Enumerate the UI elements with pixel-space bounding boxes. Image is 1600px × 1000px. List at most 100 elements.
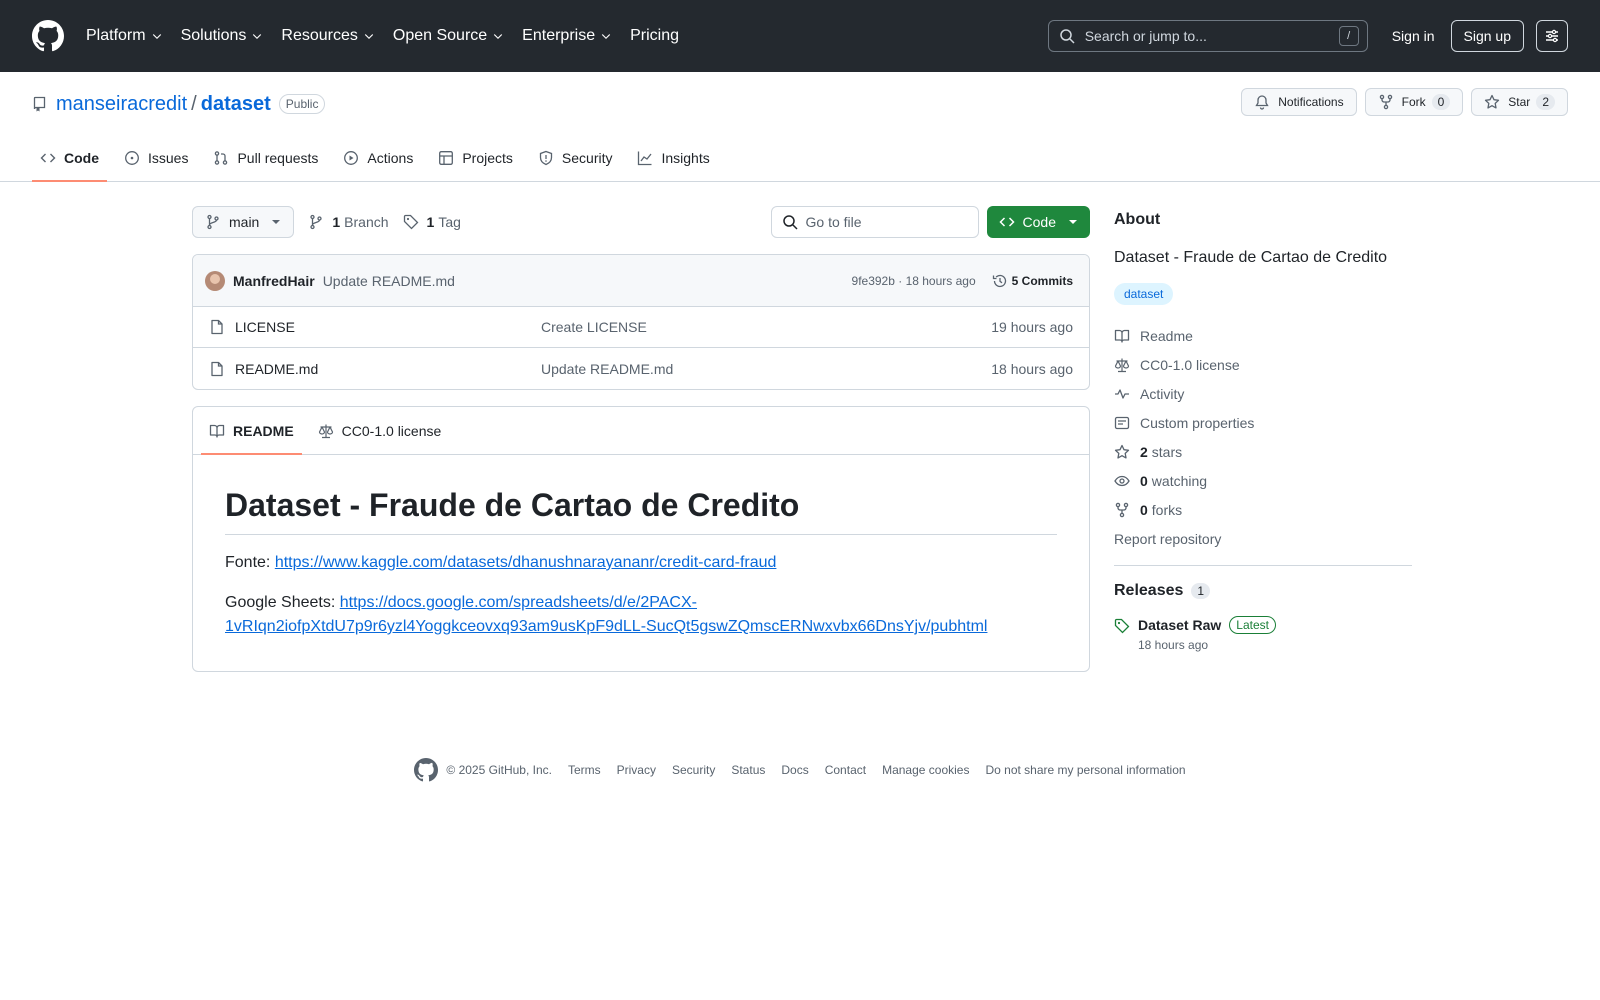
sign-up-button[interactable]: Sign up xyxy=(1450,20,1524,52)
about-description: Dataset - Fraude de Cartao de Credito xyxy=(1114,249,1388,266)
file-commit-message[interactable]: Create LICENSE xyxy=(541,319,991,335)
sidebar-activity-link[interactable]: Activity xyxy=(1114,379,1412,408)
search-shortcut-key: / xyxy=(1338,26,1359,46)
fork-label: Fork xyxy=(1401,95,1426,109)
repo-owner-link[interactable]: manseiracredit xyxy=(56,93,187,116)
file-commit-time: 19 hours ago xyxy=(991,319,1073,335)
tab-projects[interactable]: Projects xyxy=(430,134,521,182)
file-name: LICENSE xyxy=(235,319,295,335)
issue-icon xyxy=(125,151,139,165)
tab-projects-label: Projects xyxy=(462,150,513,166)
sidebar-watching-link[interactable]: 0 watching xyxy=(1114,466,1412,495)
code-dropdown-button[interactable]: Code xyxy=(986,206,1090,238)
search-placeholder: Search or jump to... xyxy=(1084,28,1207,44)
footer-link-privacy[interactable]: Privacy xyxy=(617,763,656,777)
commit-author-link[interactable]: ManfredHair xyxy=(233,273,315,289)
global-search-input[interactable]: Search or jump to... / xyxy=(1047,20,1368,52)
tab-actions[interactable]: Actions xyxy=(335,134,421,182)
commits-history-link[interactable]: 5 Commits xyxy=(992,273,1073,289)
tab-issues[interactable]: Issues xyxy=(116,134,196,182)
readme-content: Dataset - Fraude de Cartao de Credito Fo… xyxy=(193,455,1089,671)
sidebar-readme-link[interactable]: Readme xyxy=(1114,321,1412,350)
topic-tag[interactable]: dataset xyxy=(1114,283,1174,305)
tab-insights[interactable]: Insights xyxy=(629,134,717,182)
main-content: main 1 Branch 1 Tag Go to file Code Manf… xyxy=(0,182,1600,672)
tab-pull-requests[interactable]: Pull requests xyxy=(205,134,326,182)
nav-open-source[interactable]: Open Source xyxy=(393,27,504,45)
github-logo-icon[interactable] xyxy=(32,20,64,52)
forks-label: forks xyxy=(1151,501,1183,518)
search-icon xyxy=(782,215,798,230)
nav-open-source-label: Open Source xyxy=(392,27,488,44)
tab-license[interactable]: CC0-1.0 license xyxy=(310,407,450,454)
caret-down-icon xyxy=(272,220,281,224)
footer-link-do-not-share[interactable]: Do not share my personal information xyxy=(985,763,1185,777)
law-icon xyxy=(318,424,333,438)
file-link-license[interactable]: LICENSE xyxy=(209,319,541,335)
readme-tabs: README CC0-1.0 license xyxy=(193,407,1089,455)
about-heading: About xyxy=(1114,211,1161,228)
tab-security[interactable]: Security xyxy=(530,134,621,182)
nav-resources[interactable]: Resources xyxy=(281,27,374,45)
table-row: README.md Update README.md 18 hours ago xyxy=(193,348,1089,389)
releases-heading[interactable]: Releases 1 xyxy=(1114,582,1412,600)
sheets-label: Google Sheets: xyxy=(225,594,336,611)
nav-solutions[interactable]: Solutions xyxy=(181,27,264,45)
pulse-icon xyxy=(1115,388,1129,399)
notifications-button[interactable]: Notifications xyxy=(1241,88,1357,116)
fork-button[interactable]: Fork 0 xyxy=(1364,88,1464,116)
file-name: README.md xyxy=(235,360,319,377)
caret-down-icon xyxy=(1069,220,1077,224)
sidebar-forks-link[interactable]: 0 forks xyxy=(1114,495,1412,524)
graph-icon xyxy=(638,151,652,166)
notifications-label: Notifications xyxy=(1278,95,1344,109)
tab-actions-label: Actions xyxy=(367,150,414,166)
tags-link[interactable]: 1 Tag xyxy=(403,214,461,230)
footer-link-docs[interactable]: Docs xyxy=(781,763,808,777)
file-commit-message[interactable]: Update README.md xyxy=(541,361,991,377)
footer-link-status[interactable]: Status xyxy=(731,763,765,777)
stars-label: stars xyxy=(1151,443,1183,460)
repo-name-link[interactable]: dataset xyxy=(201,93,271,116)
release-time: 18 hours ago xyxy=(1138,638,1209,652)
file-commit-time: 18 hours ago xyxy=(991,360,1073,377)
kaggle-link[interactable]: https://www.kaggle.com/datasets/dhanushn… xyxy=(275,554,777,571)
watching-label: watching xyxy=(1151,472,1208,489)
star-button[interactable]: Star 2 xyxy=(1471,88,1568,116)
go-to-file-input[interactable]: Go to file xyxy=(770,206,979,238)
sidebar-stars-link[interactable]: 2 stars xyxy=(1114,437,1412,466)
tab-readme[interactable]: README xyxy=(201,407,302,455)
footer-link-manage-cookies[interactable]: Manage cookies xyxy=(882,763,969,777)
tab-pull-requests-label: Pull requests xyxy=(237,150,319,166)
footer-link-contact[interactable]: Contact xyxy=(825,763,866,777)
branch-select-button[interactable]: main xyxy=(192,206,295,238)
release-link[interactable]: Dataset Raw xyxy=(1138,617,1221,633)
chevron-down-icon xyxy=(364,34,374,40)
report-repository-link[interactable]: Report repository xyxy=(1114,524,1412,553)
avatar[interactable] xyxy=(205,270,225,291)
nav-resources-label: Resources xyxy=(281,27,358,44)
nav-pricing[interactable]: Pricing xyxy=(630,27,679,45)
branches-link[interactable]: 1 Branch xyxy=(308,214,389,230)
footer-link-security[interactable]: Security xyxy=(672,763,715,777)
play-icon xyxy=(344,151,359,165)
google-sheets-link[interactable]: https://docs.google.com/spreadsheets/d/e… xyxy=(225,594,987,635)
github-logo-icon[interactable] xyxy=(414,758,439,782)
sheets-url-line-2: 1vRIqn2iofpXtdU7p9r6yzl4Yoggkceovxq93am9… xyxy=(225,618,988,635)
sign-in-link[interactable]: Sign in xyxy=(1376,28,1451,44)
readme-sheets-paragraph: Google Sheets: https://docs.google.com/s… xyxy=(225,591,1057,639)
footer-link-terms[interactable]: Terms xyxy=(568,763,601,777)
nav-enterprise[interactable]: Enterprise xyxy=(522,27,612,45)
commit-message-link[interactable]: Update README.md xyxy=(323,273,455,289)
tab-readme-label: README xyxy=(233,422,294,439)
nav-solutions-label: Solutions xyxy=(180,27,247,44)
sidebar-license-link[interactable]: CC0-1.0 license xyxy=(1114,350,1412,379)
nav-platform[interactable]: Platform xyxy=(86,27,163,45)
tab-code[interactable]: Code xyxy=(32,134,107,182)
settings-menu-button[interactable] xyxy=(1536,20,1568,52)
note-icon xyxy=(1114,416,1130,429)
file-link-readme[interactable]: README.md xyxy=(209,361,541,377)
releases-heading-label: Releases xyxy=(1114,582,1184,599)
commit-hash-time[interactable]: 9fe392b · 18 hours ago xyxy=(852,274,976,288)
sidebar-custom-properties-link[interactable]: Custom properties xyxy=(1114,408,1412,437)
